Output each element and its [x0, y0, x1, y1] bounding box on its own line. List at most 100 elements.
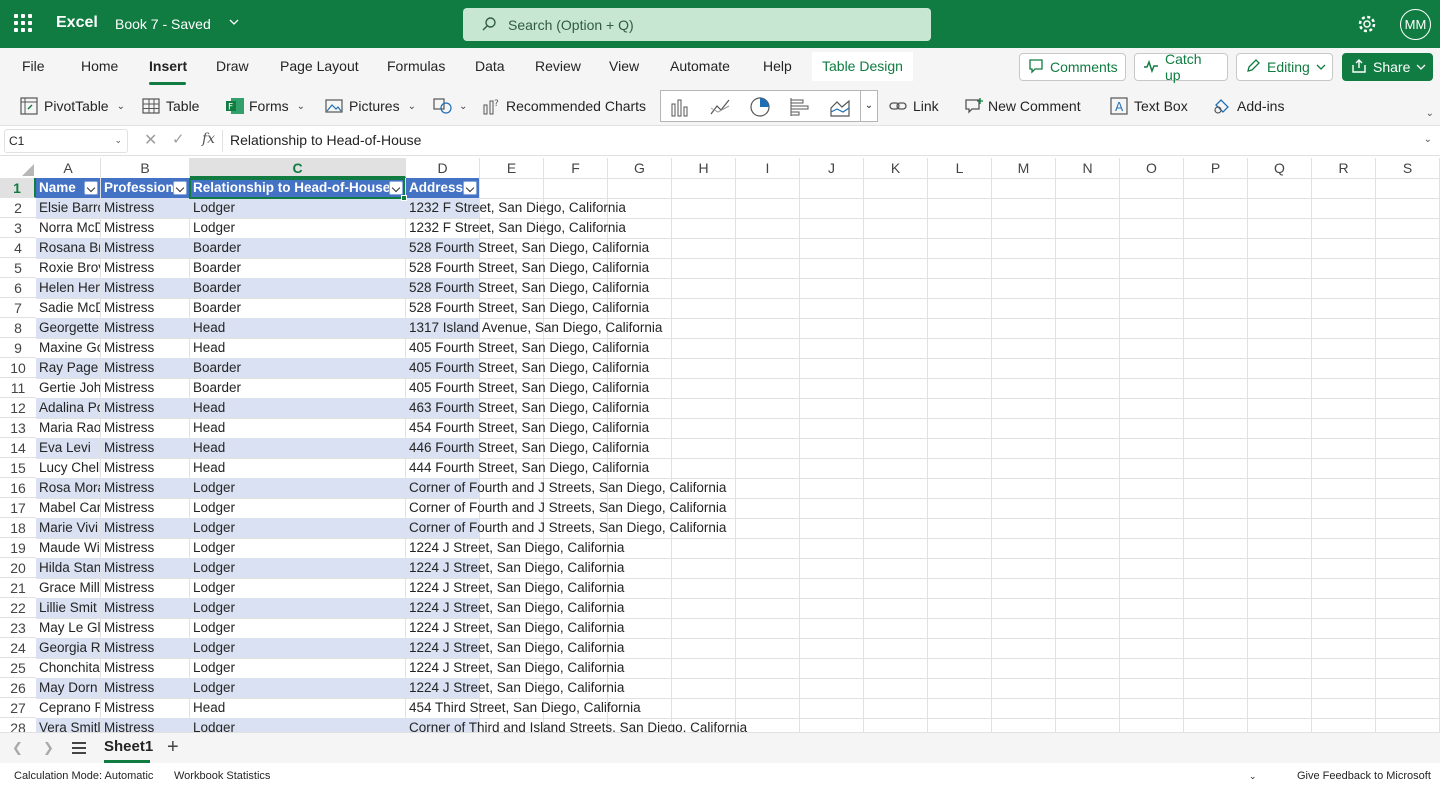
table-cell[interactable]: Rosa Mora	[36, 478, 100, 498]
table-cell[interactable]: Ceprano R	[36, 698, 100, 718]
table-cell[interactable]: 405 Fourth Street, San Diego, California	[406, 338, 649, 358]
table-cell[interactable]: 528 Fourth Street, San Diego, California	[406, 278, 649, 298]
tab-table-design[interactable]: Table Design	[812, 52, 913, 81]
column-header-p[interactable]: P	[1184, 158, 1248, 178]
all-sheets-menu-icon[interactable]	[72, 742, 86, 754]
column-header-i[interactable]: I	[736, 158, 800, 178]
table-cell[interactable]: 528 Fourth Street, San Diego, California	[406, 298, 649, 318]
table-cell[interactable]: Mistress	[101, 558, 189, 578]
table-cell[interactable]: Vera Smitl	[36, 718, 100, 732]
table-cell[interactable]: Mistress	[101, 518, 189, 538]
column-header-r[interactable]: R	[1312, 158, 1376, 178]
table-cell[interactable]: Lodger	[190, 578, 405, 598]
table-cell[interactable]: 1224 J Street, San Diego, California	[406, 618, 624, 638]
table-cell[interactable]: Chonchita	[36, 658, 100, 678]
table-cell[interactable]: May Le Gli	[36, 618, 100, 638]
table-cell[interactable]: Lucy Chell	[36, 458, 100, 478]
row-header-14[interactable]: 14	[0, 438, 36, 458]
table-cell[interactable]: Mistress	[101, 218, 189, 238]
table-cell[interactable]: Boarder	[190, 298, 405, 318]
row-header-23[interactable]: 23	[0, 618, 36, 638]
table-cell[interactable]: 528 Fourth Street, San Diego, California	[406, 238, 649, 258]
table-cell[interactable]: Mistress	[101, 438, 189, 458]
insert-function-icon[interactable]: fx	[202, 131, 215, 147]
row-header-12[interactable]: 12	[0, 398, 36, 418]
column-header-g[interactable]: G	[608, 158, 672, 178]
table-cell[interactable]: 1232 F Street, San Diego, California	[406, 198, 626, 218]
table-cell[interactable]: Lodger	[190, 558, 405, 578]
row-header-1[interactable]: 1	[0, 178, 36, 198]
expand-formula-bar-icon[interactable]: ⌄	[1424, 134, 1432, 145]
table-cell[interactable]: Head	[190, 438, 405, 458]
table-cell[interactable]: Mistress	[101, 358, 189, 378]
table-cell[interactable]: Gertie Joh	[36, 378, 100, 398]
filter-dropdown-icon[interactable]	[84, 181, 98, 195]
table-cell[interactable]: 1224 J Street, San Diego, California	[406, 598, 624, 618]
row-header-16[interactable]: 16	[0, 478, 36, 498]
row-header-8[interactable]: 8	[0, 318, 36, 338]
row-header-28[interactable]: 28	[0, 718, 36, 732]
formula-input[interactable]: Relationship to Head-of-House	[230, 132, 421, 148]
table-cell[interactable]: Head	[190, 318, 405, 338]
previous-sheet-icon[interactable]: ❮	[12, 740, 23, 756]
calculation-mode[interactable]: Calculation Mode: Automatic	[14, 770, 153, 782]
tab-review[interactable]: Review	[535, 58, 581, 74]
forms-button[interactable]: F Forms ⌄	[225, 95, 305, 117]
table-cell[interactable]: Sadie McD	[36, 298, 100, 318]
table-cell[interactable]: Marie Vivi	[36, 518, 100, 538]
table-cell[interactable]: Head	[190, 398, 405, 418]
table-cell[interactable]: Lodger	[190, 538, 405, 558]
row-header-15[interactable]: 15	[0, 458, 36, 478]
row-header-6[interactable]: 6	[0, 278, 36, 298]
table-cell[interactable]: Lodger	[190, 618, 405, 638]
table-cell[interactable]: Helen Hen	[36, 278, 100, 298]
table-cell[interactable]: Adalina Pc	[36, 398, 100, 418]
shapes-button[interactable]: ⌄	[433, 95, 467, 117]
workbook-statistics[interactable]: Workbook Statistics	[174, 770, 270, 782]
text-box-button[interactable]: A Text Box	[1110, 95, 1188, 117]
tab-insert[interactable]: Insert	[149, 58, 187, 74]
row-header-21[interactable]: 21	[0, 578, 36, 598]
column-header-b[interactable]: B	[101, 158, 190, 178]
tab-help[interactable]: Help	[763, 58, 792, 74]
row-header-17[interactable]: 17	[0, 498, 36, 518]
table-cell[interactable]: Mistress	[101, 698, 189, 718]
table-cell[interactable]: Mistress	[101, 298, 189, 318]
table-cell[interactable]: Mistress	[101, 538, 189, 558]
column-header-o[interactable]: O	[1120, 158, 1184, 178]
pictures-button[interactable]: Pictures ⌄	[325, 95, 416, 117]
share-button[interactable]: Share	[1342, 53, 1433, 81]
editing-mode-button[interactable]: Editing	[1236, 53, 1333, 81]
table-cell[interactable]: Mistress	[101, 638, 189, 658]
next-sheet-icon[interactable]: ❯	[43, 740, 54, 756]
catch-up-button[interactable]: Catch up	[1134, 51, 1228, 83]
table-cell[interactable]: Mistress	[101, 258, 189, 278]
table-cell[interactable]: Corner of Fourth and J Streets, San Dieg…	[406, 498, 726, 518]
table-cell[interactable]: Ray Page	[36, 358, 100, 378]
row-header-25[interactable]: 25	[0, 658, 36, 678]
table-cell[interactable]: 1232 F Street, San Diego, California	[406, 218, 626, 238]
filter-dropdown-icon[interactable]	[463, 181, 477, 195]
line-chart-icon[interactable]	[709, 96, 731, 118]
comments-button[interactable]: Comments	[1019, 53, 1126, 81]
table-cell[interactable]: Mistress	[101, 378, 189, 398]
row-header-4[interactable]: 4	[0, 238, 36, 258]
column-header-h[interactable]: H	[672, 158, 736, 178]
table-cell[interactable]: Hilda Stan	[36, 558, 100, 578]
table-cell[interactable]: Mistress	[101, 338, 189, 358]
tab-automate[interactable]: Automate	[670, 58, 730, 74]
ribbon-options-chevron-icon[interactable]: ⌄	[1426, 108, 1434, 119]
column-header-a[interactable]: A	[36, 158, 101, 178]
user-avatar[interactable]: MM	[1400, 9, 1431, 40]
table-cell[interactable]: Grace Mill	[36, 578, 100, 598]
table-cell[interactable]: Lodger	[190, 678, 405, 698]
row-header-11[interactable]: 11	[0, 378, 36, 398]
table-cell[interactable]: 1224 J Street, San Diego, California	[406, 638, 624, 658]
table-cell[interactable]: Mistress	[101, 418, 189, 438]
table-cell[interactable]: Lodger	[190, 518, 405, 538]
row-header-2[interactable]: 2	[0, 198, 36, 218]
select-all-corner[interactable]	[0, 158, 36, 178]
table-cell[interactable]: Corner of Fourth and J Streets, San Dieg…	[406, 518, 726, 538]
table-cell[interactable]: Corner of Third and Island Streets, San …	[406, 718, 747, 732]
table-button[interactable]: Table	[142, 95, 199, 117]
